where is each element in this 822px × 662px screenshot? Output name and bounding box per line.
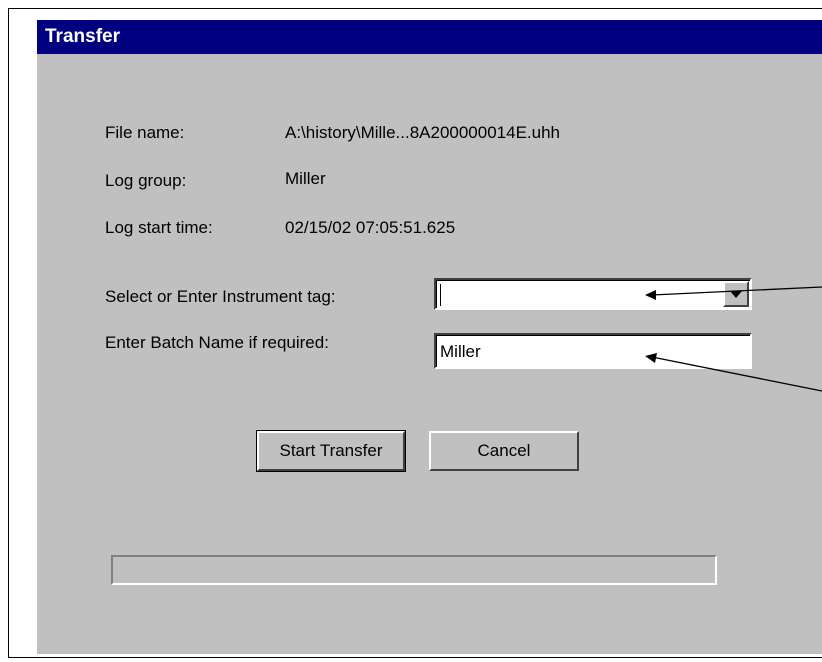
cancel-label: Cancel (477, 441, 531, 460)
log-group-value: Miller (285, 169, 326, 188)
instrument-tag-combobox[interactable] (434, 278, 752, 310)
cancel-button[interactable]: Cancel (429, 431, 579, 471)
batch-name-label: Enter Batch Name if required: (105, 333, 329, 352)
start-transfer-button[interactable]: Start Transfer (256, 430, 406, 472)
transfer-progress-bar (111, 555, 717, 585)
instrument-dropdown-button[interactable] (723, 281, 749, 307)
dialog-title-bar[interactable]: Transfer (37, 20, 822, 54)
start-transfer-label: Start Transfer (279, 441, 383, 460)
log-start-time-value: 02/15/02 07:05:51.625 (285, 218, 456, 237)
file-name-value: A:\history\Mille...8A200000014E.uhh (285, 123, 561, 142)
instrument-tag-label: Select or Enter Instrument tag: (105, 287, 336, 306)
dialog-title: Transfer (45, 26, 120, 47)
text-caret (440, 284, 441, 306)
batch-name-input[interactable]: Miller (440, 342, 481, 362)
file-name-label: File name: (105, 123, 185, 142)
transfer-dialog: Transfer File name: A:\history\Mille...8… (36, 20, 822, 654)
log-group-label: Log group: (105, 171, 187, 190)
log-start-time-label: Log start time: (105, 218, 213, 237)
batch-name-field[interactable]: Miller (434, 333, 752, 369)
chevron-down-icon (730, 291, 742, 298)
